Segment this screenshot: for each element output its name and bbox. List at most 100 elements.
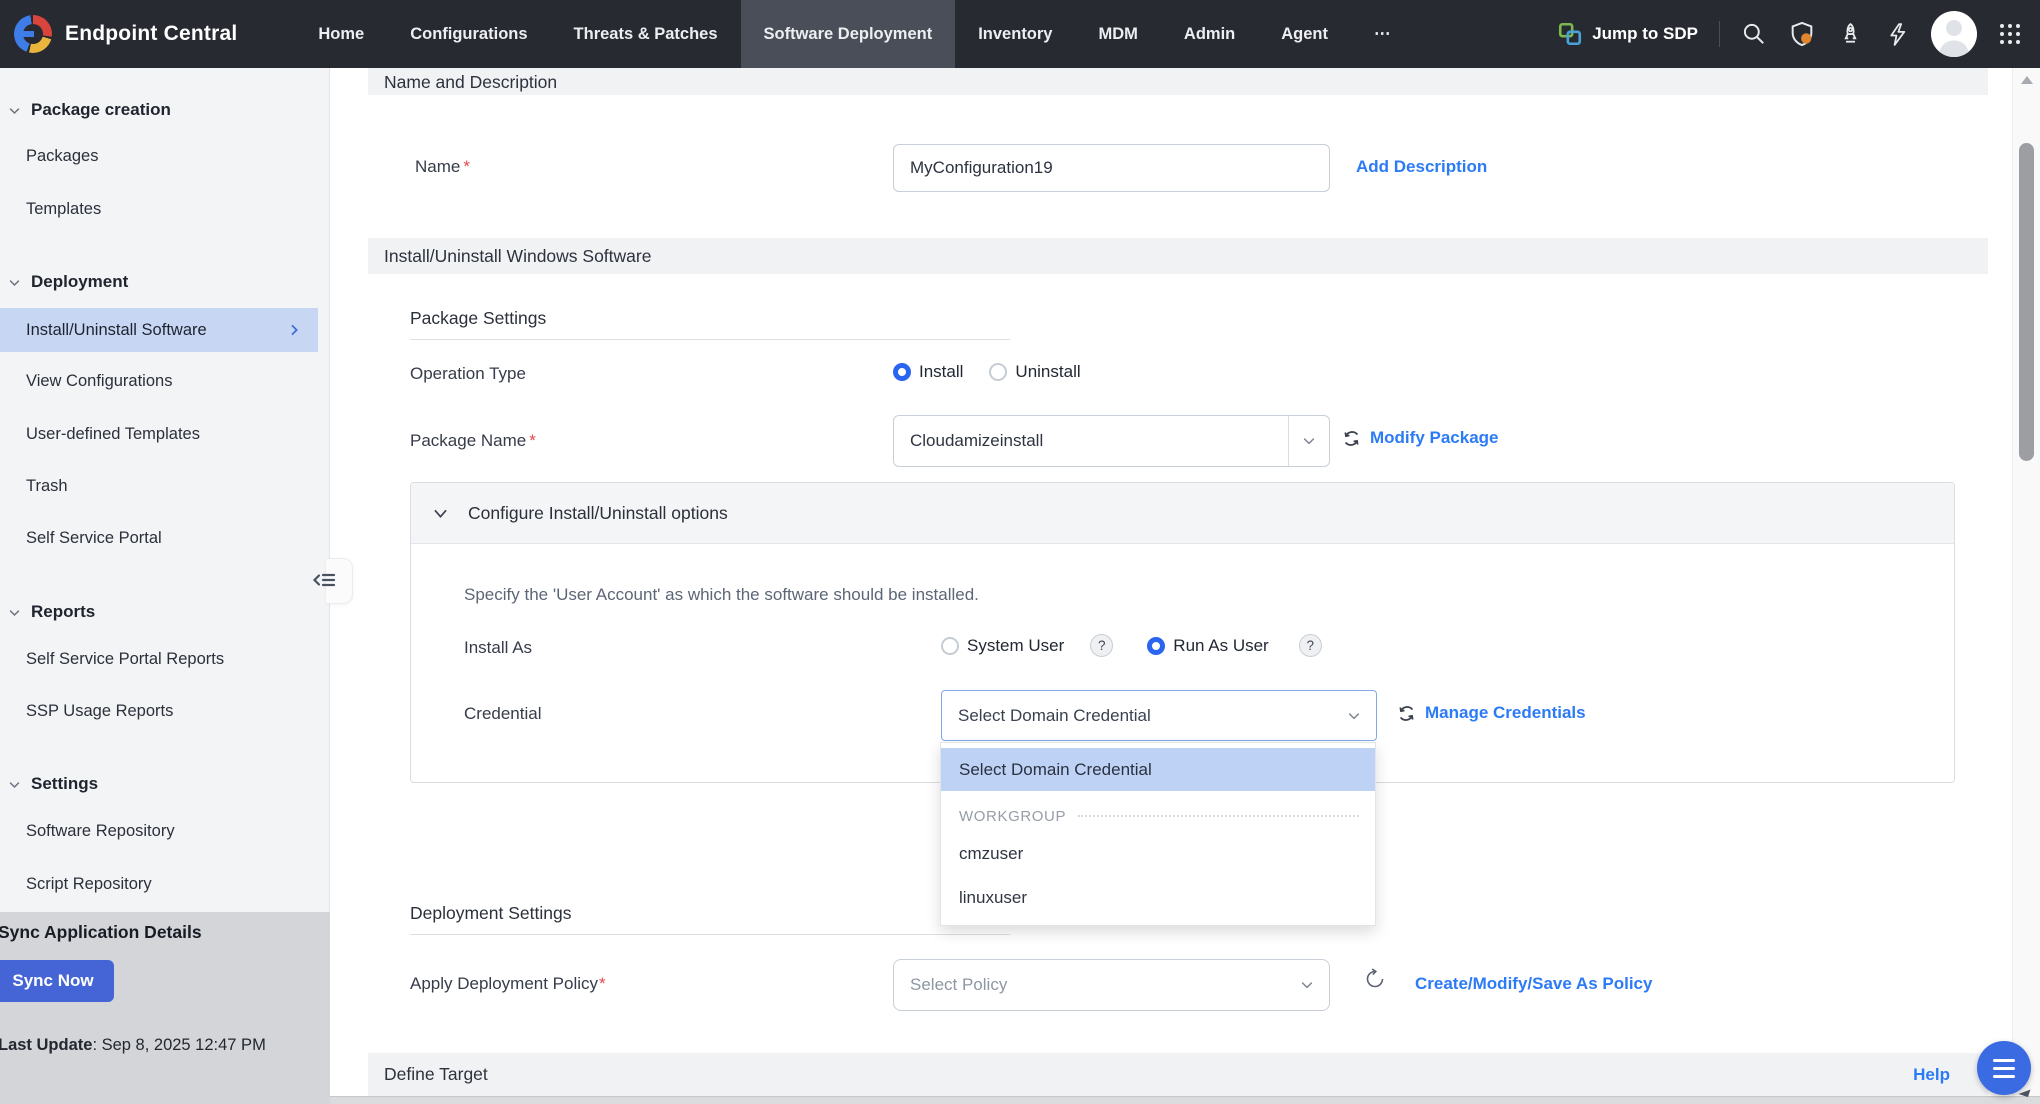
sidebar-item-ssp-reports[interactable]: Self Service Portal Reports	[26, 645, 224, 673]
nav-item-admin[interactable]: Admin	[1161, 0, 1258, 68]
deployment-settings-title: Deployment Settings	[410, 903, 571, 924]
sync-now-button[interactable]: Sync Now	[0, 960, 114, 1002]
nav-item-inventory[interactable]: Inventory	[955, 0, 1075, 68]
sdp-icon	[1557, 21, 1583, 47]
sidebar-section-label: Package creation	[31, 100, 171, 120]
sidebar-section-package-creation[interactable]: Package creation	[7, 96, 171, 124]
section-underline	[410, 934, 1010, 935]
sidebar-item-ssp-usage-reports[interactable]: SSP Usage Reports	[26, 697, 173, 725]
credential-dropdown-list: Select Domain Credential WORKGROUP cmzus…	[940, 742, 1376, 926]
nav-item-mdm[interactable]: MDM	[1076, 0, 1161, 68]
sidebar-section-reports[interactable]: Reports	[7, 598, 95, 626]
search-icon[interactable]	[1741, 21, 1767, 47]
sidebar-item-script-repository[interactable]: Script Repository	[26, 870, 152, 898]
chevron-down-icon	[1346, 708, 1376, 724]
package-name-label: Package Name*	[410, 431, 536, 451]
sidebar-section-label: Deployment	[31, 272, 128, 292]
chevron-right-icon	[286, 322, 302, 338]
nav-item-agent[interactable]: Agent	[1258, 0, 1351, 68]
nav-item-threats-patches[interactable]: Threats & Patches	[551, 0, 741, 68]
hamburger-icon	[1993, 1059, 2015, 1062]
assistant-rocket-icon[interactable]	[1837, 21, 1864, 48]
configuration-name-input[interactable]	[893, 144, 1330, 192]
nav-item-more[interactable]: ⋯	[1351, 0, 1414, 68]
sidebar-item-packages[interactable]: Packages	[26, 142, 98, 170]
package-name-select[interactable]: Cloudamizeinstall	[893, 415, 1330, 467]
sidebar-item-install-uninstall-software[interactable]: Install/Uninstall Software	[0, 308, 318, 352]
user-avatar[interactable]	[1931, 11, 1977, 57]
dropdown-option-select-domain-credential[interactable]: Select Domain Credential	[941, 748, 1375, 791]
jump-to-sdp-button[interactable]: Jump to SDP	[1557, 21, 1698, 47]
nav-item-configurations[interactable]: Configurations	[387, 0, 550, 68]
nav-item-software-deployment[interactable]: Software Deployment	[741, 0, 956, 68]
scroll-up-arrow[interactable]	[2021, 76, 2033, 84]
operation-type-label: Operation Type	[410, 364, 526, 384]
chevron-down-icon	[7, 103, 22, 118]
configure-panel-header[interactable]: Configure Install/Uninstall options	[411, 483, 1954, 544]
scrollbar-thumb[interactable]	[2019, 143, 2034, 461]
refresh-icon[interactable]	[1397, 704, 1416, 723]
configure-panel-title: Configure Install/Uninstall options	[468, 503, 728, 524]
brand: Endpoint Central	[0, 0, 237, 68]
credential-select[interactable]: Select Domain Credential	[941, 690, 1377, 741]
create-modify-save-policy-link[interactable]: Create/Modify/Save As Policy	[1415, 974, 1652, 994]
required-mark: *	[599, 974, 606, 993]
sidebar-item-templates[interactable]: Templates	[26, 195, 101, 223]
reload-policies-icon[interactable]	[1363, 967, 1387, 991]
floating-menu-button[interactable]	[1977, 1041, 2031, 1095]
sidebar-item-trash[interactable]: Trash	[26, 472, 68, 500]
modify-package-action: Modify Package	[1342, 428, 1499, 448]
screen: Endpoint Central Home Configurations Thr…	[0, 0, 2040, 1104]
sidebar-item-software-repository[interactable]: Software Repository	[26, 817, 175, 845]
dropdown-option-linuxuser[interactable]: linuxuser	[941, 880, 1375, 916]
last-update-text: Last Update: Sep 8, 2025 12:47 PM	[0, 1036, 266, 1055]
uninstall-radio-label[interactable]: Uninstall	[1015, 362, 1080, 382]
install-radio-label[interactable]: Install	[919, 362, 963, 382]
deployment-policy-select[interactable]: Select Policy	[893, 959, 1330, 1011]
dotted-divider	[1078, 815, 1359, 817]
credential-select-value: Select Domain Credential	[942, 706, 1151, 726]
chevron-down-icon	[1301, 433, 1317, 449]
run-as-user-radio[interactable]	[1147, 637, 1165, 655]
sidebar: Package creation Packages Templates Depl…	[0, 68, 330, 1104]
nav-item-home[interactable]: Home	[295, 0, 387, 68]
select-chevron-cell[interactable]	[1288, 416, 1329, 466]
run-as-user-help-icon[interactable]: ?	[1299, 634, 1322, 657]
section-bar-install-uninstall-windows: Install/Uninstall Windows Software	[368, 238, 1988, 274]
help-link[interactable]: Help	[1913, 1053, 1950, 1096]
manage-credentials-action: Manage Credentials	[1397, 703, 1586, 723]
run-as-user-radio-label[interactable]: Run As User	[1173, 636, 1268, 656]
sidebar-item-view-configurations[interactable]: View Configurations	[26, 367, 172, 395]
main-content: Name and Description Name* Add Descripti…	[330, 68, 2040, 1104]
system-user-radio-label[interactable]: System User	[967, 636, 1064, 656]
uninstall-radio[interactable]	[989, 363, 1007, 381]
install-radio[interactable]	[893, 363, 911, 381]
sidebar-section-label: Reports	[31, 602, 95, 622]
sidebar-section-settings[interactable]: Settings	[7, 770, 98, 798]
sidebar-section-deployment[interactable]: Deployment	[7, 268, 128, 296]
system-user-radio[interactable]	[941, 637, 959, 655]
collapse-sidebar-icon[interactable]	[311, 568, 338, 592]
add-description-link[interactable]: Add Description	[1356, 157, 1487, 177]
lightning-icon[interactable]	[1885, 22, 1910, 47]
section-bar-name-description: Name and Description	[368, 68, 1988, 95]
sidebar-item-user-defined-templates[interactable]: User-defined Templates	[26, 420, 200, 448]
sidebar-item-self-service-portal[interactable]: Self Service Portal	[26, 524, 162, 552]
dropdown-option-cmzuser[interactable]: cmzuser	[941, 836, 1375, 872]
name-label: Name*	[415, 157, 470, 177]
top-nav: Endpoint Central Home Configurations Thr…	[0, 0, 2040, 68]
credential-label: Credential	[464, 704, 542, 724]
primary-nav: Home Configurations Threats & Patches So…	[295, 0, 1413, 68]
security-shield-icon[interactable]	[1788, 20, 1816, 48]
sync-application-panel: Sync Application Details Sync Now Last U…	[0, 912, 330, 1104]
refresh-icon[interactable]	[1342, 429, 1361, 448]
sidebar-section-label: Settings	[31, 774, 98, 794]
page-scrollbar[interactable]	[2012, 68, 2040, 1096]
required-mark: *	[463, 157, 470, 176]
system-user-help-icon[interactable]: ?	[1090, 634, 1113, 657]
apps-grid-icon[interactable]	[1998, 22, 2022, 46]
dropdown-group-workgroup: WORKGROUP	[941, 798, 1375, 834]
manage-credentials-link[interactable]: Manage Credentials	[1425, 703, 1586, 723]
jump-to-sdp-label: Jump to SDP	[1592, 24, 1698, 44]
modify-package-link[interactable]: Modify Package	[1370, 428, 1499, 448]
